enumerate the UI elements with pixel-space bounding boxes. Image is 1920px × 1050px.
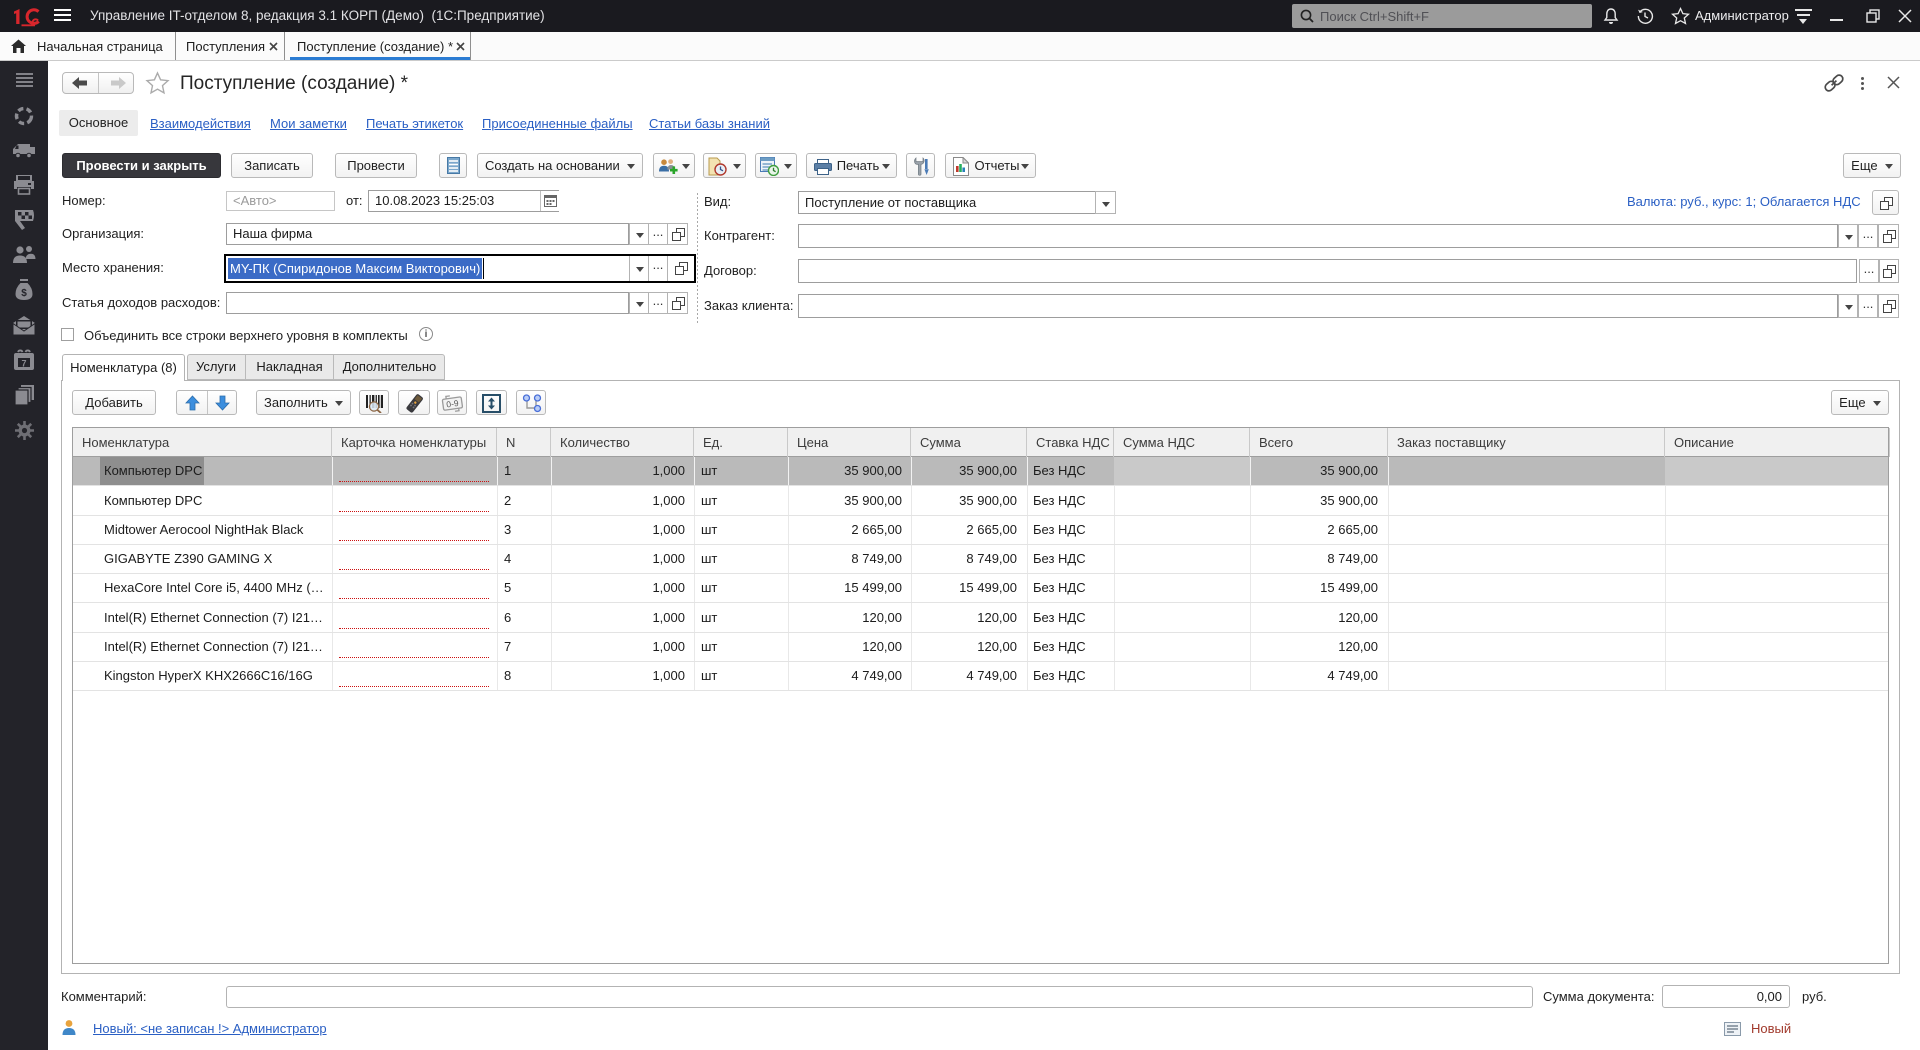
- svg-text:0-9: 0-9: [446, 398, 460, 410]
- svg-text:7: 7: [21, 359, 26, 369]
- svg-text:$: $: [21, 288, 27, 299]
